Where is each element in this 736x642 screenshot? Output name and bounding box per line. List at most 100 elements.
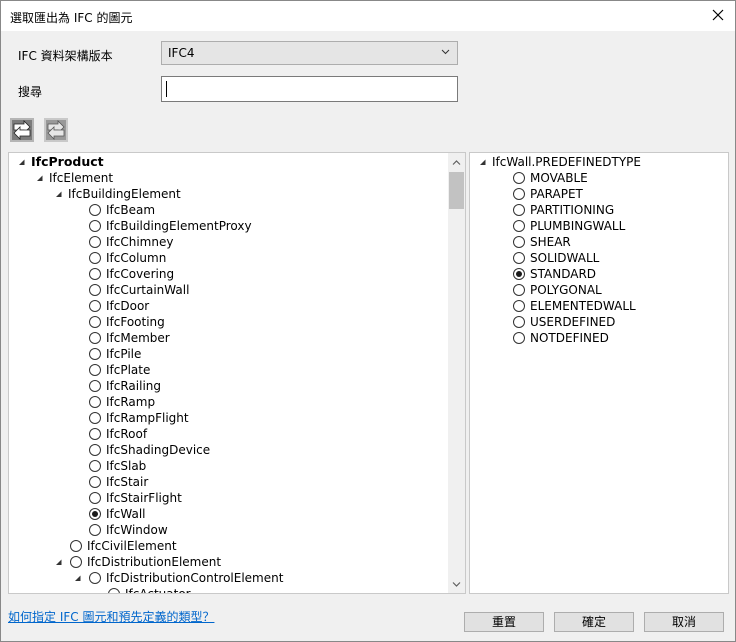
tree-node-ifcbeam[interactable]: IfcBeam	[9, 202, 449, 218]
tree-node-ifcwall[interactable]: IfcWall	[9, 506, 449, 522]
collapse-all-icon[interactable]	[43, 117, 69, 143]
radio-button[interactable]	[70, 556, 82, 568]
type-option-userdefined[interactable]: USERDEFINED	[470, 314, 720, 330]
radio-button[interactable]	[513, 252, 525, 264]
tree-node-ifcstairflight[interactable]: IfcStairFlight	[9, 490, 449, 506]
type-option-notdefined[interactable]: NOTDEFINED	[470, 330, 720, 346]
tree-node-ifcactuator[interactable]: IfcActuator	[9, 586, 449, 593]
tree-vertical-scrollbar[interactable]	[448, 153, 465, 593]
type-option-plumbingwall[interactable]: PLUMBINGWALL	[470, 218, 720, 234]
radio-button[interactable]	[89, 412, 101, 424]
tree-node-ifccovering[interactable]: IfcCovering	[9, 266, 449, 282]
radio-button[interactable]	[89, 332, 101, 344]
radio-button[interactable]	[89, 204, 101, 216]
tree-node-label: IfcCovering	[106, 267, 175, 281]
tree-node-ifcdistributionelement[interactable]: IfcDistributionElement	[9, 554, 449, 570]
search-input[interactable]	[161, 76, 458, 102]
radio-button[interactable]	[89, 284, 101, 296]
ok-button[interactable]: 確定	[554, 612, 634, 632]
type-option-shear[interactable]: SHEAR	[470, 234, 720, 250]
type-option-label: ELEMENTEDWALL	[530, 299, 636, 313]
radio-button[interactable]	[89, 236, 101, 248]
radio-button[interactable]	[89, 380, 101, 392]
radio-button[interactable]	[89, 268, 101, 280]
radio-button[interactable]	[89, 572, 101, 584]
tree-node-ifcshadingdevice[interactable]: IfcShadingDevice	[9, 442, 449, 458]
radio-button[interactable]	[89, 508, 101, 520]
radio-button[interactable]	[513, 316, 525, 328]
title-bar: 選取匯出為 IFC 的圖元	[1, 1, 735, 31]
tree-node-ifcdistributioncontrolelement[interactable]: IfcDistributionControlElement	[9, 570, 449, 586]
radio-button[interactable]	[89, 364, 101, 376]
tree-node-ifccolumn[interactable]: IfcColumn	[9, 250, 449, 266]
radio-button[interactable]	[89, 476, 101, 488]
tree-node-ifcproduct[interactable]: IfcProduct	[9, 154, 449, 170]
radio-button[interactable]	[89, 524, 101, 536]
help-link[interactable]: 如何指定 IFC 圖元和預先定義的類型？	[8, 608, 214, 625]
expand-all-icon[interactable]	[9, 117, 35, 143]
radio-button[interactable]	[513, 332, 525, 344]
tree-node-ifcwindow[interactable]: IfcWindow	[9, 522, 449, 538]
tree-node-ifcroof[interactable]: IfcRoof	[9, 426, 449, 442]
radio-button[interactable]	[513, 236, 525, 248]
predefined-type-header[interactable]: IfcWall.PREDEFINEDTYPE	[470, 154, 720, 170]
tree-node-ifcpile[interactable]: IfcPile	[9, 346, 449, 362]
tree-node-ifcrampflight[interactable]: IfcRampFlight	[9, 410, 449, 426]
radio-button[interactable]	[513, 188, 525, 200]
radio-button[interactable]	[89, 428, 101, 440]
type-option-elementedwall[interactable]: ELEMENTEDWALL	[470, 298, 720, 314]
close-icon[interactable]	[709, 6, 727, 24]
tree-node-ifcmember[interactable]: IfcMember	[9, 330, 449, 346]
tree-node-ifcbuildingelement[interactable]: IfcBuildingElement	[9, 186, 449, 202]
radio-button[interactable]	[89, 252, 101, 264]
type-option-partitioning[interactable]: PARTITIONING	[470, 202, 720, 218]
radio-button[interactable]	[513, 172, 525, 184]
tree-node-ifccivilelement[interactable]: IfcCivilElement	[9, 538, 449, 554]
type-option-polygonal[interactable]: POLYGONAL	[470, 282, 720, 298]
cancel-button[interactable]: 取消	[644, 612, 724, 632]
tree-node-ifcslab[interactable]: IfcSlab	[9, 458, 449, 474]
tree-node-ifcbuildingelementproxy[interactable]: IfcBuildingElementProxy	[9, 218, 449, 234]
tree-node-ifcramp[interactable]: IfcRamp	[9, 394, 449, 410]
radio-button[interactable]	[513, 220, 525, 232]
scrollbar-thumb[interactable]	[449, 172, 464, 209]
radio-button[interactable]	[89, 220, 101, 232]
scroll-up-icon[interactable]	[452, 159, 461, 166]
radio-button[interactable]	[89, 316, 101, 328]
tree-node-label: IfcCurtainWall	[106, 283, 190, 297]
type-option-label: POLYGONAL	[530, 283, 602, 297]
radio-button[interactable]	[89, 444, 101, 456]
tree-node-ifcelement[interactable]: IfcElement	[9, 170, 449, 186]
radio-button[interactable]	[513, 284, 525, 296]
radio-button[interactable]	[513, 204, 525, 216]
radio-button[interactable]	[89, 460, 101, 472]
scroll-down-icon[interactable]	[452, 581, 461, 588]
radio-button[interactable]	[513, 300, 525, 312]
radio-button[interactable]	[89, 492, 101, 504]
type-option-label: SHEAR	[530, 235, 571, 249]
radio-button[interactable]	[70, 540, 82, 552]
radio-button[interactable]	[89, 348, 101, 360]
schema-version-select[interactable]: IFC4	[161, 41, 458, 65]
predefined-type-header-label: IfcWall.PREDEFINEDTYPE	[492, 155, 641, 169]
tree-node-label: IfcFooting	[106, 315, 165, 329]
tree-node-ifccurtainwall[interactable]: IfcCurtainWall	[9, 282, 449, 298]
tree-node-ifcplate[interactable]: IfcPlate	[9, 362, 449, 378]
element-tree[interactable]: IfcProduct IfcElement IfcBuildingElement…	[8, 152, 466, 594]
expanded-triangle-icon	[56, 191, 62, 197]
radio-button[interactable]	[89, 396, 101, 408]
type-option-movable[interactable]: MOVABLE	[470, 170, 720, 186]
radio-button[interactable]	[89, 300, 101, 312]
tree-node-ifcchimney[interactable]: IfcChimney	[9, 234, 449, 250]
expanded-triangle-icon	[19, 159, 25, 165]
tree-node-ifcfooting[interactable]: IfcFooting	[9, 314, 449, 330]
reset-button[interactable]: 重置	[464, 612, 544, 632]
type-option-solidwall[interactable]: SOLIDWALL	[470, 250, 720, 266]
radio-button[interactable]	[513, 268, 525, 280]
type-option-standard[interactable]: STANDARD	[470, 266, 720, 282]
type-option-parapet[interactable]: PARAPET	[470, 186, 720, 202]
tree-node-ifcstair[interactable]: IfcStair	[9, 474, 449, 490]
tree-node-ifcrailing[interactable]: IfcRailing	[9, 378, 449, 394]
tree-node-ifcdoor[interactable]: IfcDoor	[9, 298, 449, 314]
radio-button[interactable]	[108, 588, 120, 593]
